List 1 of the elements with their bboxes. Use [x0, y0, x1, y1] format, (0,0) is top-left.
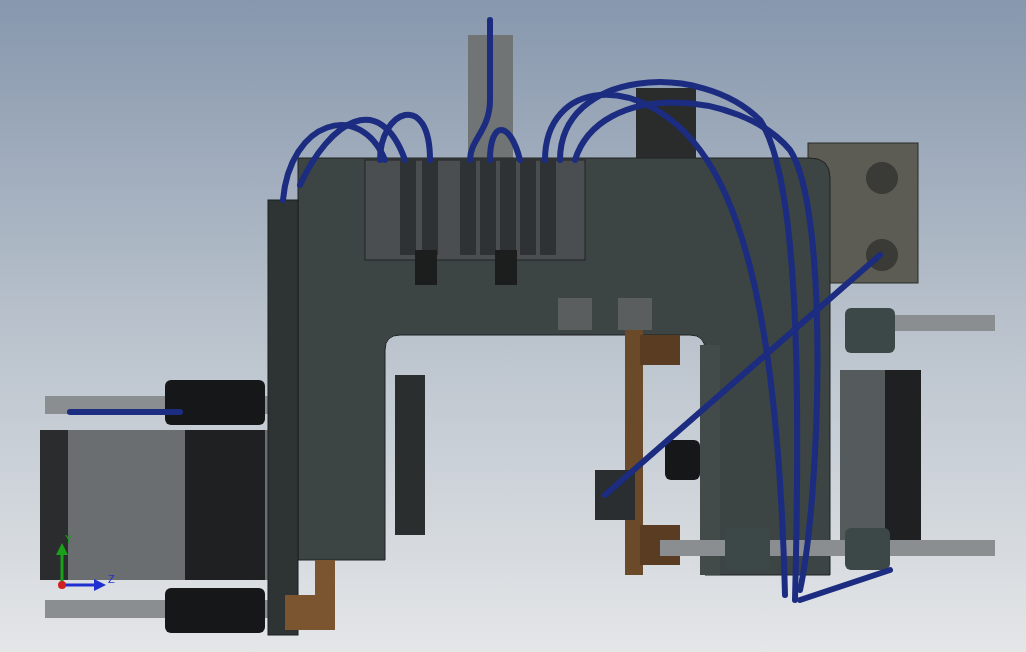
origin-dot	[58, 581, 66, 589]
